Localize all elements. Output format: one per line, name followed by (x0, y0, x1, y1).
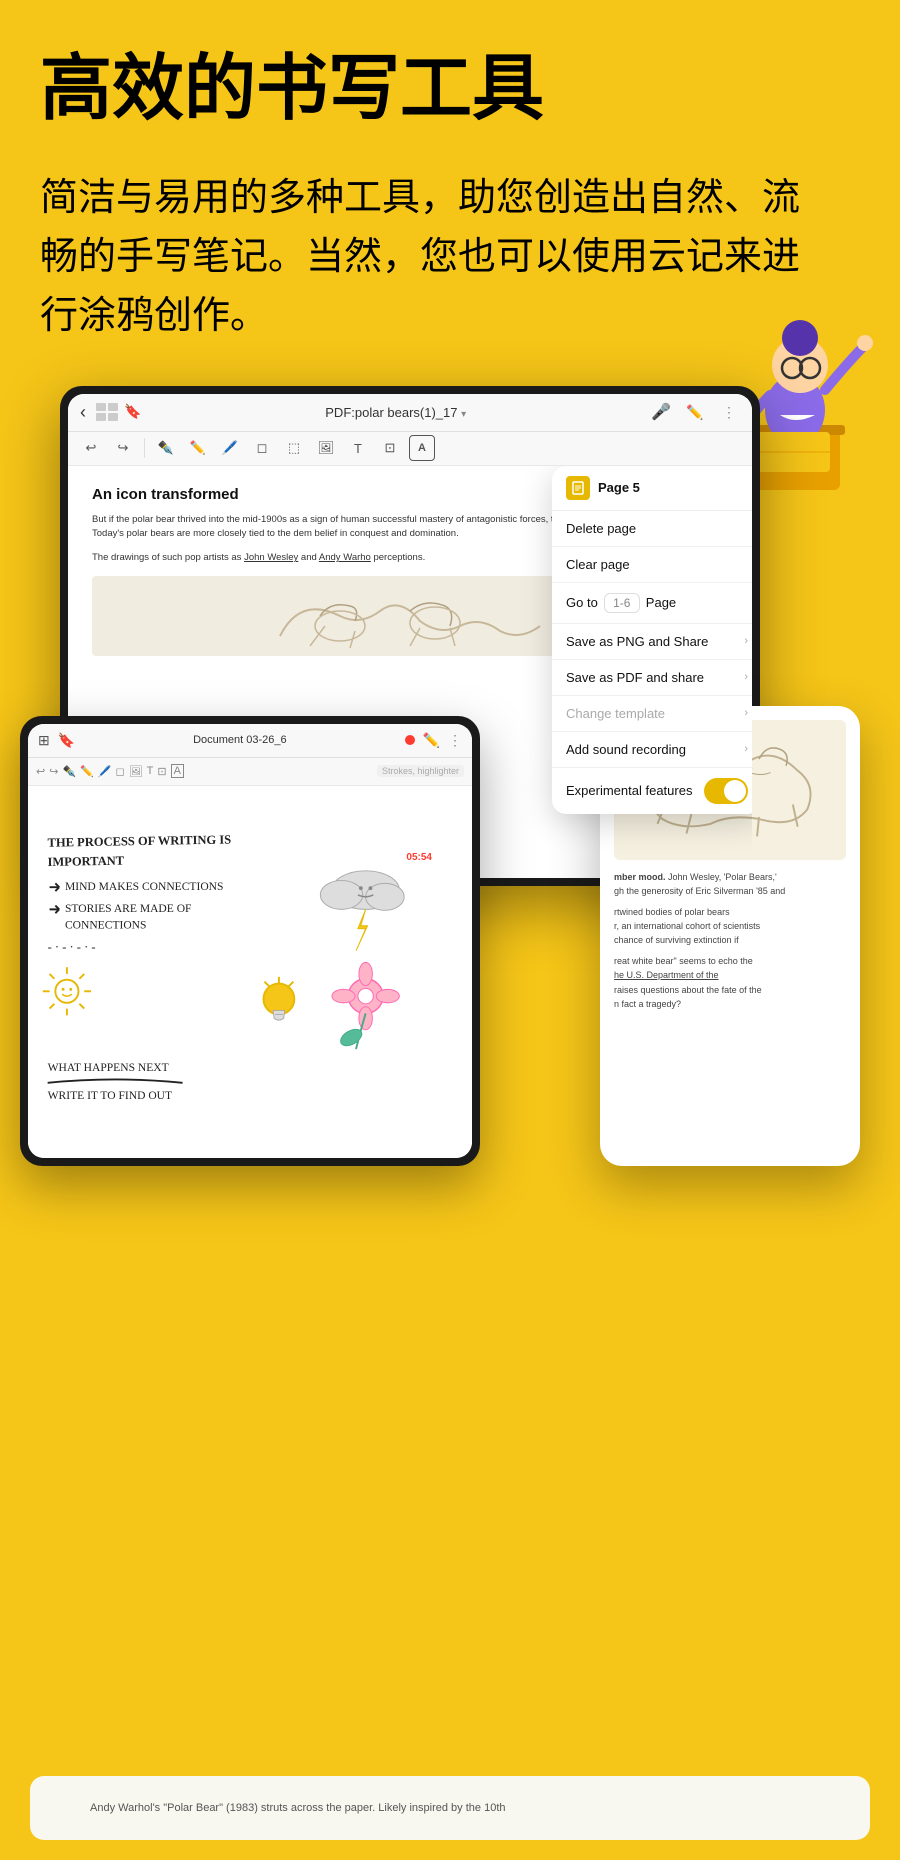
bottom-section: Andy Warhol's "Polar Bear" (1983) struts… (0, 1776, 900, 1860)
page-icon (566, 476, 590, 500)
pen-tool-2[interactable]: ✒️ (62, 765, 76, 778)
hero-title: 高效的书写工具 (40, 50, 860, 129)
font-tool-2[interactable]: A (171, 764, 184, 778)
back-button[interactable]: ‹ (80, 402, 86, 423)
document-title: PDF:polar bears(1)_17 ▾ (151, 405, 640, 420)
svg-text:WRITE IT TO FIND OUT: WRITE IT TO FIND OUT (48, 1089, 172, 1102)
save-png-item[interactable]: Save as PNG and Share › (552, 624, 752, 660)
eraser-tool[interactable]: ◻ (249, 435, 275, 461)
crop-tool[interactable]: ⊡ (377, 435, 403, 461)
hero-section: 高效的书写工具 简洁与易用的多种工具，助您创造出自然、流畅的手写笔记。当然，您也… (0, 0, 900, 386)
undo-btn[interactable]: ↩ (36, 765, 45, 778)
svg-text:STORIES ARE MADE OF: STORIES ARE MADE OF (65, 902, 192, 915)
font-tool[interactable]: A (409, 435, 435, 461)
topbar-right: 🎤 ✏️ ⋮ (650, 401, 740, 423)
second-doc-title: Document 03-26_6 (83, 734, 396, 746)
pencil-tool-2[interactable]: ✏️ (80, 765, 94, 778)
add-sound-item[interactable]: Add sound recording › (552, 732, 752, 768)
text-tool-2[interactable]: T (147, 765, 154, 777)
lasso-tool[interactable]: ⬚ (281, 435, 307, 461)
menu-header: Page 5 (552, 466, 752, 511)
svg-text:MIND MAKES CONNECTIONS: MIND MAKES CONNECTIONS (65, 880, 223, 893)
tablet-area: ‹ 🔖 PDF:polar bears(1)_17 ▾ 🎤 ✏️ ⋮ (20, 386, 880, 1086)
second-more-icon[interactable]: ⋮ (448, 732, 462, 749)
microphone-icon[interactable]: 🎤 (650, 401, 672, 423)
svg-text:IMPORTANT: IMPORTANT (47, 854, 124, 869)
pen-tool[interactable]: ✒️ (153, 435, 179, 461)
svg-text:WHAT HAPPENS NEXT: WHAT HAPPENS NEXT (48, 1061, 169, 1074)
marker-tool-2[interactable]: 🖊️ (98, 765, 112, 778)
hero-description: 简洁与易用的多种工具，助您创造出自然、流畅的手写笔记。当然，您也可以使用云记来进… (40, 169, 820, 346)
handwriting-area: 05:54 THE PROCESS OF WRITING IS IMPORTAN… (28, 786, 472, 1158)
redo-btn[interactable]: ↪ (49, 765, 58, 778)
strokes-badge: Strokes, highlighter (377, 765, 464, 777)
experimental-features-item[interactable]: Experimental features (552, 768, 752, 814)
change-template-item[interactable]: Change template › (552, 696, 752, 732)
pen-icon[interactable]: ✏️ (684, 401, 706, 423)
context-menu: Page 5 Delete page Clear page Go to Page (552, 466, 752, 814)
recording-indicator (405, 735, 415, 745)
grid-view-icons[interactable]: 🔖 (96, 403, 141, 421)
tablet-topbar: ‹ 🔖 PDF:polar bears(1)_17 ▾ 🎤 ✏️ ⋮ (68, 394, 752, 432)
undo-button[interactable]: ↩ (78, 435, 104, 461)
toolbar-row: ↩ ↪ ✒️ ✏️ 🖊️ ◻ ⬚ 🖼 T ⊡ A (68, 432, 752, 466)
second-toolbar: ↩ ↪ ✒️ ✏️ 🖊️ ◻ 🖼 T ⊡ A Strokes, highligh… (28, 758, 472, 786)
third-text-3: reat white bear" seems to echo the he U.… (614, 954, 846, 1012)
third-text-2: rtwined bodies of polar bears r, an inte… (614, 905, 846, 948)
svg-text:- · - · - · -: - · - · - · - (48, 940, 96, 954)
tablet-second: ⊞ 🔖 Document 03-26_6 ✏️ ⋮ ↩ ↪ ✒️ ✏️ 🖊️ ◻… (20, 716, 480, 1166)
more-options-icon[interactable]: ⋮ (718, 401, 740, 423)
third-text-1: mber mood. John Wesley, 'Polar Bears,' g… (614, 870, 846, 899)
marker-tool[interactable]: 🖊️ (217, 435, 243, 461)
tablet-second-screen: ⊞ 🔖 Document 03-26_6 ✏️ ⋮ ↩ ↪ ✒️ ✏️ 🖊️ ◻… (28, 724, 472, 1158)
svg-text:CONNECTIONS: CONNECTIONS (65, 918, 146, 931)
crop-tool-2[interactable]: ⊡ (157, 765, 166, 778)
svg-text:THE PROCESS OF WRITING IS: THE PROCESS OF WRITING IS (47, 832, 231, 849)
goto-input[interactable] (604, 593, 640, 613)
bottom-card: Andy Warhol's "Polar Bear" (1983) struts… (30, 1776, 870, 1841)
pencil-tool[interactable]: ✏️ (185, 435, 211, 461)
second-pen-icon[interactable]: ✏️ (423, 732, 440, 749)
goto-page-item[interactable]: Go to Page (552, 583, 752, 624)
text-box-tool[interactable]: T (345, 435, 371, 461)
image-tool-2[interactable]: 🖼 (129, 765, 143, 778)
experimental-toggle[interactable] (704, 778, 748, 804)
clear-page-item[interactable]: Clear page (552, 547, 752, 583)
second-bookmark-icon[interactable]: 🔖 (58, 732, 75, 749)
eraser-tool-2[interactable]: ◻ (116, 765, 125, 778)
polar-bear-description: Andy Warhol's "Polar Bear" (1983) struts… (50, 1792, 850, 1825)
delete-page-item[interactable]: Delete page (552, 511, 752, 547)
menu-page-label: Page 5 (598, 480, 640, 495)
save-pdf-item[interactable]: Save as PDF and share › (552, 660, 752, 696)
redo-button[interactable]: ↪ (110, 435, 136, 461)
second-topbar: ⊞ 🔖 Document 03-26_6 ✏️ ⋮ (28, 724, 472, 758)
second-grid-icon[interactable]: ⊞ (38, 732, 50, 749)
image-tool[interactable]: 🖼 (313, 435, 339, 461)
timer-badge: 05:54 (406, 852, 432, 863)
